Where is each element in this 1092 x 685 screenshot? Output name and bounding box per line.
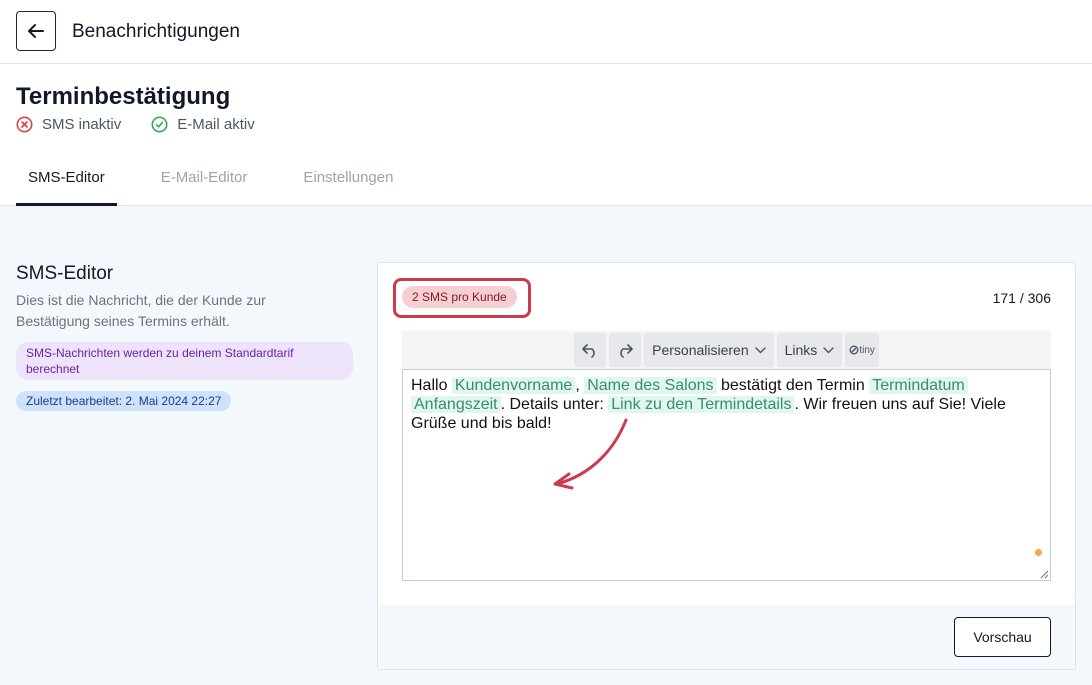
message-text: , — [575, 377, 585, 394]
placeholder-start-time[interactable]: Anfangszeit — [411, 396, 501, 413]
check-circle-icon — [151, 116, 168, 133]
undo-icon — [582, 344, 595, 358]
last-edited-badge: Zuletzt bearbeitet: 2. Mai 2024 22:27 — [16, 391, 232, 411]
top-bar: Benachrichtigungen — [0, 0, 1092, 64]
section-description: Dies ist die Nachricht, die der Kunde zu… — [16, 292, 266, 329]
page-title: Terminbestätigung — [16, 83, 231, 110]
links-dropdown[interactable]: Links — [776, 333, 843, 367]
placeholder-appointment-date[interactable]: Termindatum — [869, 377, 968, 394]
preview-button[interactable]: Vorschau — [954, 617, 1051, 657]
tiny-brand-label: tiny — [859, 344, 875, 356]
status-row: SMS inaktiv E-Mail aktiv — [16, 116, 285, 133]
sms-status: SMS inaktiv — [16, 116, 121, 133]
email-status: E-Mail aktiv — [151, 116, 255, 133]
section-title: SMS-Editor — [16, 263, 114, 284]
sms-count-badge: 2 SMS pro Kunde — [402, 286, 517, 308]
message-text: bestätigt den Termin — [716, 377, 870, 394]
tab-settings[interactable]: Einstellungen — [291, 158, 405, 206]
message-text: Hallo — [411, 377, 452, 394]
tiny-logo-icon — [849, 345, 859, 355]
resize-handle-icon[interactable] — [1039, 569, 1049, 579]
email-status-label: E-Mail aktiv — [177, 116, 255, 133]
character-counter: 171 / 306 — [992, 290, 1051, 306]
editor-toolbar: Personalisieren Links tiny — [402, 331, 1051, 369]
message-text: . Details unter: — [500, 396, 609, 413]
placeholder-customer-first-name[interactable]: Kundenvorname — [451, 377, 576, 394]
back-button[interactable] — [16, 11, 56, 51]
links-label: Links — [784, 342, 818, 358]
main-content: SMS-Editor Dies ist die Nachricht, die d… — [0, 206, 1092, 685]
arrow-left-icon — [28, 24, 44, 38]
redo-icon — [620, 344, 633, 358]
redo-button[interactable] — [609, 333, 642, 367]
x-circle-icon — [16, 116, 33, 133]
sms-message-editor[interactable]: Hallo Kundenvorname, Name des Salons bes… — [402, 369, 1051, 581]
sms-status-label: SMS inaktiv — [42, 116, 122, 133]
chevron-down-icon — [823, 346, 835, 353]
tiny-brand[interactable]: tiny — [845, 333, 879, 367]
personalize-label: Personalisieren — [652, 342, 749, 358]
sms-editor-card: 2 SMS pro Kunde 171 / 306 Personalisiere… — [377, 262, 1076, 670]
placeholder-salon-name[interactable]: Name des Salons — [584, 377, 717, 394]
tab-email-editor[interactable]: E-Mail-Editor — [149, 158, 260, 206]
placeholder-appointment-link[interactable]: Link zu den Termindetails — [608, 396, 795, 413]
chevron-down-icon — [754, 346, 766, 353]
page-header: Terminbestätigung SMS inaktiv E-Mail akt… — [0, 64, 1092, 206]
undo-button[interactable] — [574, 333, 607, 367]
personalize-dropdown[interactable]: Personalisieren — [644, 333, 774, 367]
tariff-badge: SMS-Nachrichten werden zu deinem Standar… — [16, 342, 353, 380]
status-dot — [1035, 549, 1042, 556]
tab-bar: SMS-Editor E-Mail-Editor Einstellungen — [16, 158, 437, 206]
tab-sms-editor[interactable]: SMS-Editor — [16, 158, 117, 206]
annotation-arrow-icon — [553, 418, 628, 490]
topbar-title: Benachrichtigungen — [72, 21, 240, 42]
